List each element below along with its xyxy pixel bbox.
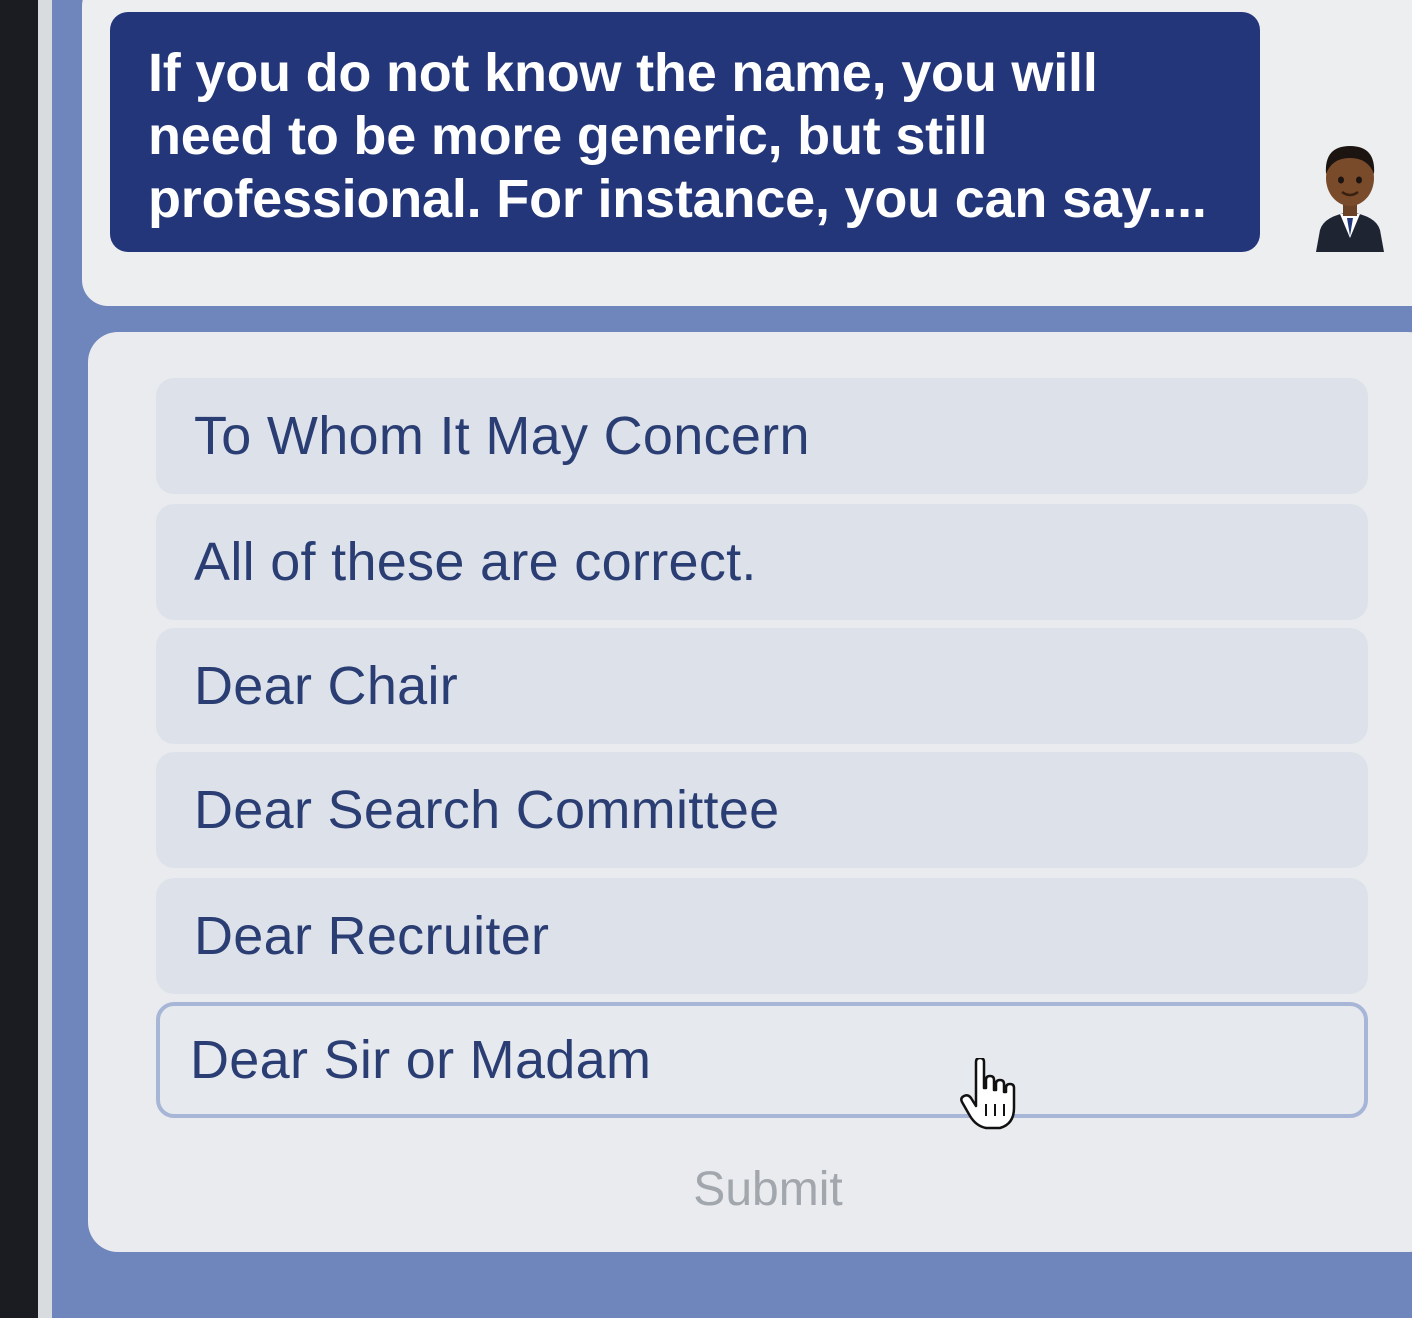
option-dear-search-committee[interactable]: Dear Search Committee — [156, 752, 1368, 868]
option-label: Dear Chair — [194, 656, 459, 716]
submit-label: Submit — [693, 1162, 843, 1216]
option-label: All of these are correct. — [194, 532, 757, 592]
app-screen: If you do not know the name, you will ne… — [38, 0, 1412, 1318]
answer-options-panel: To Whom It May Concern All of these are … — [88, 332, 1412, 1252]
submit-button[interactable]: Submit — [608, 1154, 928, 1224]
option-label: Dear Search Committee — [194, 780, 780, 840]
option-dear-chair[interactable]: Dear Chair — [156, 628, 1368, 744]
prompt-text: If you do not know the name, you will ne… — [148, 43, 1207, 229]
option-dear-recruiter[interactable]: Dear Recruiter — [156, 878, 1368, 994]
option-dear-sir-or-madam[interactable]: Dear Sir or Madam — [156, 1002, 1368, 1118]
option-to-whom-it-may-concern[interactable]: To Whom It May Concern — [156, 378, 1368, 494]
option-label: Dear Sir or Madam — [190, 1030, 652, 1090]
hand-pointer-cursor-icon — [960, 1058, 1016, 1130]
option-label: To Whom It May Concern — [194, 406, 810, 466]
option-label: Dear Recruiter — [194, 906, 550, 966]
option-all-of-these-are-correct[interactable]: All of these are correct. — [156, 504, 1368, 620]
prompt-speech-bubble: If you do not know the name, you will ne… — [110, 12, 1260, 252]
tutor-avatar-icon — [1316, 146, 1384, 252]
screen-edge — [38, 0, 52, 1318]
